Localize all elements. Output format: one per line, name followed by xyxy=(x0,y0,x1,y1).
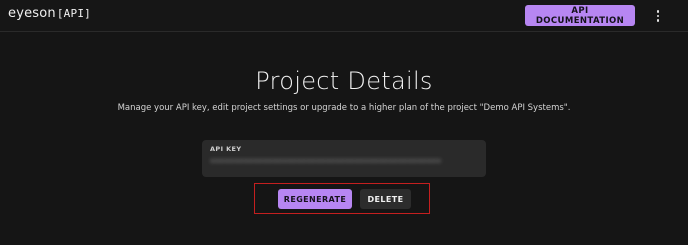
logo-api-bracket: [API] xyxy=(56,7,91,20)
kebab-dot xyxy=(656,10,660,13)
api-key-value: ••••••••••••••••••••••••••••••••••••••••… xyxy=(210,157,442,166)
api-key-field[interactable]: API KEY ••••••••••••••••••••••••••••••••… xyxy=(202,140,486,177)
api-key-label: API KEY xyxy=(210,145,242,153)
logo-text: eyeson xyxy=(8,6,56,21)
kebab-dot xyxy=(656,14,660,18)
kebab-menu-icon[interactable] xyxy=(651,8,665,24)
page-subtitle: Manage your API key, edit project settin… xyxy=(117,103,571,113)
kebab-dot xyxy=(656,19,660,22)
delete-button[interactable]: DELETE xyxy=(360,189,411,209)
api-documentation-button[interactable]: API DOCUMENTATION xyxy=(525,5,635,26)
top-bar: eyeson[API] API DOCUMENTATION xyxy=(0,0,688,32)
logo[interactable]: eyeson[API] xyxy=(8,6,91,21)
regenerate-button[interactable]: REGENERATE xyxy=(278,189,352,209)
page-title: Project Details xyxy=(255,67,433,95)
